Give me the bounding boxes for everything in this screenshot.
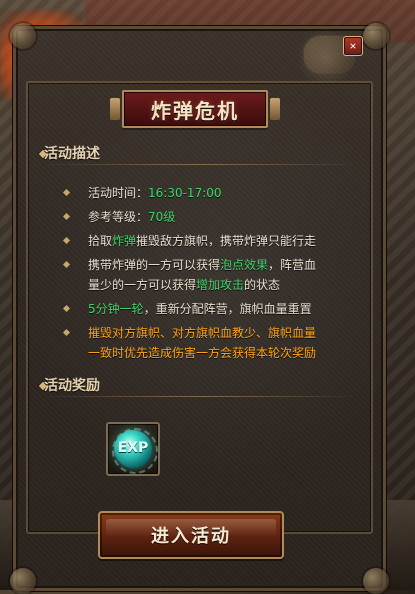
win-condition-line-1: 摧毁对方旗帜、对方旗帜血教少、旗帜血量 bbox=[88, 326, 317, 340]
panel-corner-ornament bbox=[363, 568, 389, 594]
activity-time-label: 活动时间： bbox=[88, 186, 149, 200]
panel-corner-ornament bbox=[10, 23, 36, 49]
exp-icon: EXP bbox=[114, 430, 152, 468]
round-duration-highlight: 5分钟一轮 bbox=[88, 302, 144, 316]
bomb-effect-text-2: ，阵营血 bbox=[268, 258, 317, 272]
panel-corner-ornament bbox=[10, 568, 36, 594]
bomb-effect-highlight-1: 泡点效果 bbox=[220, 258, 269, 272]
section-separator bbox=[40, 164, 360, 165]
reward-slot[interactable]: EXP bbox=[106, 422, 160, 476]
bomb-rule-text-1: 拾取 bbox=[88, 234, 113, 248]
close-icon bbox=[350, 43, 356, 49]
bomb-rule-text-2: 摧毁敌方旗帜，携带炸弹只能行走 bbox=[136, 234, 317, 248]
bomb-effect-line-2: 量少的一方可以获得增加攻击的状态 bbox=[88, 276, 358, 294]
bomb-effect-highlight-2: 增加攻击 bbox=[196, 278, 245, 292]
activity-time-value: 16:30-17:00 bbox=[148, 186, 222, 200]
bomb-effect-line-1: 携带炸弹的一方可以获得泡点效果，阵营血 bbox=[88, 256, 358, 274]
bomb-effect-text-1: 携带炸弹的一方可以获得 bbox=[88, 258, 221, 272]
title-plate: 炸弹危机 bbox=[110, 90, 280, 128]
round-reset-text: ，重新分配阵营，旗帜血量重置 bbox=[143, 302, 312, 316]
enter-event-button[interactable]: 进入活动 bbox=[98, 511, 284, 559]
reference-level-line: 参考等级：70级 bbox=[88, 208, 175, 226]
section-title-description: 活动描述 bbox=[44, 146, 100, 162]
panel-corner-ornament bbox=[363, 23, 389, 49]
bomb-rule-highlight: 炸弹 bbox=[112, 234, 137, 248]
bomb-rule-line: 拾取炸弹摧毁敌方旗帜，携带炸弹只能行走 bbox=[88, 232, 316, 250]
win-condition-line-2: 一致时优先造成伤害一方会获得本轮次奖励 bbox=[88, 346, 317, 360]
enter-event-label: 进入活动 bbox=[151, 526, 231, 546]
reference-level-value: 70级 bbox=[148, 210, 176, 224]
close-button[interactable] bbox=[343, 36, 363, 56]
section-title-reward: 活动奖励 bbox=[44, 378, 100, 394]
activity-time-line: 活动时间：16:30-17:00 bbox=[88, 184, 222, 202]
section-separator bbox=[40, 396, 360, 397]
reference-level-label: 参考等级： bbox=[88, 210, 149, 224]
bomb-effect-text-4: 的状态 bbox=[244, 278, 281, 292]
bomb-effect-text-3: 量少的一方可以获得 bbox=[88, 278, 197, 292]
page-title: 炸弹危机 bbox=[151, 98, 239, 123]
exp-label: EXP bbox=[117, 440, 149, 456]
round-reset-line: 5分钟一轮，重新分配阵营，旗帜血量重置 bbox=[88, 300, 312, 318]
